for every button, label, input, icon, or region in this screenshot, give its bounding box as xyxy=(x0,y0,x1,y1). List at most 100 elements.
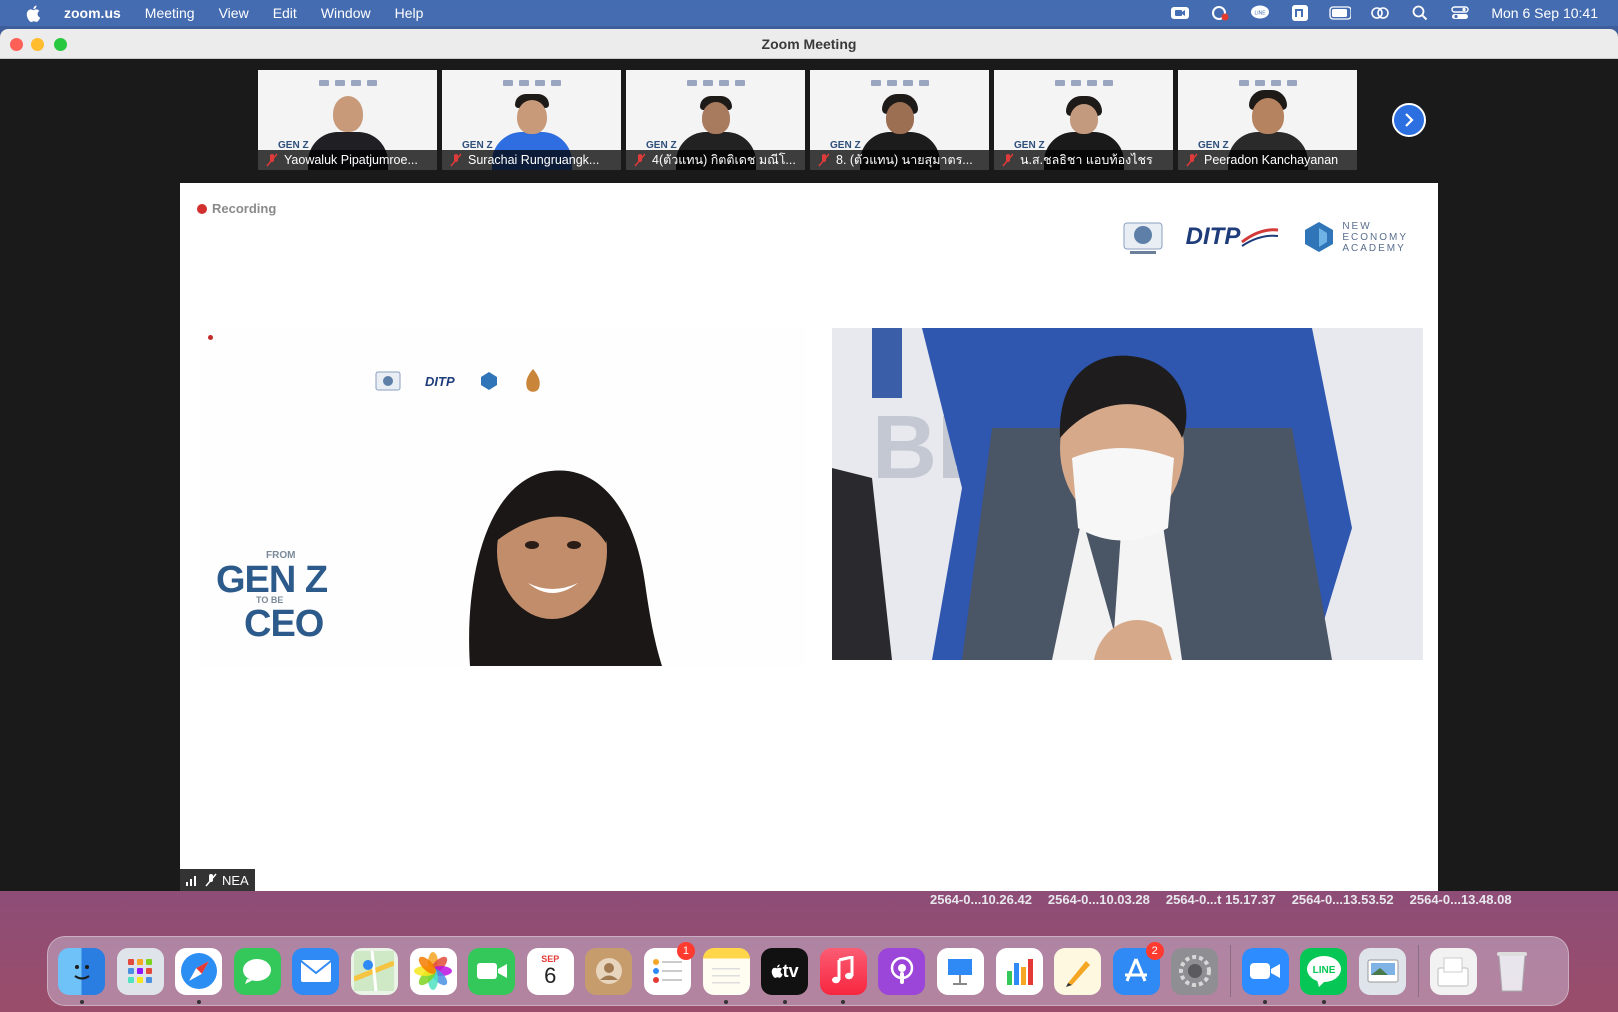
participant-face xyxy=(885,102,914,134)
notes-icon[interactable] xyxy=(702,947,750,1004)
battery-icon[interactable] xyxy=(1329,4,1352,22)
mic-muted-icon xyxy=(1002,153,1014,167)
mic-muted-icon xyxy=(205,873,217,887)
messages-icon[interactable] xyxy=(233,947,281,995)
menu-view[interactable]: View xyxy=(219,5,249,21)
menu-bar: zoom.us Meeting View Edit Window Help LI… xyxy=(0,0,1618,26)
finder-icon[interactable] xyxy=(58,947,105,1004)
ditp-logo-text: DITP xyxy=(425,373,455,389)
participant-name-bar: Surachai Rungruangk... xyxy=(442,150,621,170)
active-speaker-view[interactable]: Recording DITP NEW ECONOMY ACADEMY DITP … xyxy=(180,183,1438,891)
mic-muted-icon xyxy=(266,153,278,167)
ditp-logo-text: DITP xyxy=(1185,223,1241,250)
reminders-icon[interactable]: 1 xyxy=(643,941,695,995)
presenter-logos: DITP xyxy=(375,368,543,394)
calendar-icon[interactable]: SEP 6 xyxy=(526,947,574,995)
participant-face xyxy=(1251,98,1284,134)
line-icon[interactable]: LINE xyxy=(1300,947,1348,1004)
line-status-icon[interactable]: LINE xyxy=(1249,4,1271,22)
nea-logo-line: ACADEMY xyxy=(1342,242,1406,254)
mic-muted-icon xyxy=(1186,153,1198,167)
nea-logo-line: NEW xyxy=(1342,220,1372,232)
participant-name-bar: 4(ตัวแทน) กิตติเดช มณีโ... xyxy=(626,150,805,170)
participant-tile[interactable]: GEN Z น.ส.ชลธิชา แอบท้องไชร xyxy=(994,70,1173,170)
zoom-status-icon[interactable] xyxy=(1169,4,1191,22)
participant-tile[interactable]: GEN Z Yaowaluk Pipatjumroe... xyxy=(258,70,437,170)
participant-name: 8. (ตัวแทน) นายสุมาตร... xyxy=(836,153,973,167)
maps-icon[interactable] xyxy=(350,947,398,995)
gallery-next-button[interactable] xyxy=(1392,103,1426,137)
numbers-icon[interactable] xyxy=(995,947,1043,995)
search-icon[interactable] xyxy=(1409,4,1431,22)
keynote-icon[interactable] xyxy=(936,947,984,995)
desktop-file[interactable]: 2564-0...t 15.17.37 xyxy=(1166,892,1276,907)
menu-meeting[interactable]: Meeting xyxy=(145,5,195,21)
window-titlebar[interactable]: Zoom Meeting xyxy=(0,29,1618,59)
nea-logo-line: ECONOMY xyxy=(1342,231,1408,243)
tile-logos xyxy=(870,80,929,86)
photos-icon[interactable] xyxy=(409,947,457,995)
apple-icon[interactable] xyxy=(24,4,42,22)
tile-logos xyxy=(686,80,745,86)
participant-name: Peeradon Kanchayanan xyxy=(1204,153,1339,167)
music-icon[interactable] xyxy=(819,947,867,1004)
participant-tile[interactable]: GEN Z 4(ตัวแทน) กิตติเดช มณีโ... xyxy=(626,70,805,170)
desktop-file[interactable]: 2564-0...10.03.28 xyxy=(1048,892,1150,907)
participant-name: Yaowaluk Pipatjumroe... xyxy=(284,153,418,167)
desktop-files: 2564-0...10.26.42 2564-0...10.03.28 2564… xyxy=(930,892,1528,907)
input-method-icon[interactable] xyxy=(1289,4,1311,22)
participant-tile[interactable]: GEN Z Surachai Rungruangk... xyxy=(442,70,621,170)
speaker-person-image: BE xyxy=(832,328,1423,660)
nea-hexagon-icon xyxy=(1305,222,1334,252)
window-title: Zoom Meeting xyxy=(761,35,857,52)
recording-indicator[interactable]: Recording xyxy=(197,201,276,216)
line-label: LINE xyxy=(1313,965,1336,976)
mic-muted-icon xyxy=(818,153,830,167)
window-minimize-button[interactable] xyxy=(31,38,44,51)
menu-app-name[interactable]: zoom.us xyxy=(64,5,121,21)
apple-tv-icon[interactable]: tv xyxy=(761,947,809,1004)
menu-window[interactable]: Window xyxy=(321,5,371,21)
participant-name: 4(ตัวแทน) กิตติเดช มณีโ... xyxy=(652,153,796,167)
menu-edit[interactable]: Edit xyxy=(273,5,297,21)
launchpad-icon[interactable] xyxy=(116,947,164,995)
app-store-badge: 2 xyxy=(1145,941,1164,960)
dock-separator xyxy=(1417,945,1419,997)
tile-logos xyxy=(1054,80,1113,86)
zoom-icon[interactable] xyxy=(1241,947,1289,1004)
participant-tile[interactable]: GEN Z 8. (ตัวแทน) นายสุมาตร... xyxy=(810,70,989,170)
screen-share-status-icon[interactable] xyxy=(1209,4,1231,22)
menu-help[interactable]: Help xyxy=(395,5,424,21)
podcasts-icon[interactable] xyxy=(878,947,926,995)
trash-icon[interactable] xyxy=(1488,948,1535,995)
desktop-file[interactable]: 2564-0...13.53.52 xyxy=(1292,892,1394,907)
app-store-icon[interactable]: 2 xyxy=(1112,941,1164,995)
presenter-person-image xyxy=(469,470,662,666)
mail-icon[interactable] xyxy=(292,947,340,995)
desktop-file[interactable]: 2564-0...13.48.08 xyxy=(1410,892,1512,907)
participant-name-bar: 8. (ตัวแทน) นายสุมาตร... xyxy=(810,150,989,170)
dock-separator xyxy=(1229,945,1231,997)
menu-bar-clock[interactable]: Mon 6 Sep 10:41 xyxy=(1491,5,1598,21)
participant-tile[interactable]: GEN Z Peeradon Kanchayanan xyxy=(1178,70,1357,170)
window-close-button[interactable] xyxy=(10,38,23,51)
ditp-logo: DITP xyxy=(1186,223,1281,251)
screen-mirroring-icon[interactable] xyxy=(1369,4,1391,22)
control-center-icon[interactable] xyxy=(1449,4,1471,22)
nea-hexagon-icon xyxy=(480,372,497,390)
desktop-file[interactable]: 2564-0...10.26.42 xyxy=(930,892,1032,907)
recording-label: Recording xyxy=(212,201,277,216)
active-speaker-name-bar: NEA xyxy=(180,869,255,891)
zoom-meeting-window: Zoom Meeting GEN Z Yaowaluk Pipatjumroe.… xyxy=(0,29,1618,891)
tile-logos xyxy=(318,80,377,86)
window-fullscreen-button[interactable] xyxy=(54,38,67,51)
system-preferences-icon[interactable] xyxy=(1171,947,1219,995)
contacts-icon[interactable] xyxy=(585,947,633,995)
pages-icon[interactable] xyxy=(1054,947,1102,995)
safari-icon[interactable] xyxy=(175,947,223,1004)
participant-name-bar: Yaowaluk Pipatjumroe... xyxy=(258,150,437,170)
preview-icon[interactable] xyxy=(1359,947,1407,995)
indicator-dot xyxy=(208,335,213,340)
facetime-icon[interactable] xyxy=(468,947,516,995)
downloads-stack-icon[interactable] xyxy=(1429,947,1477,995)
